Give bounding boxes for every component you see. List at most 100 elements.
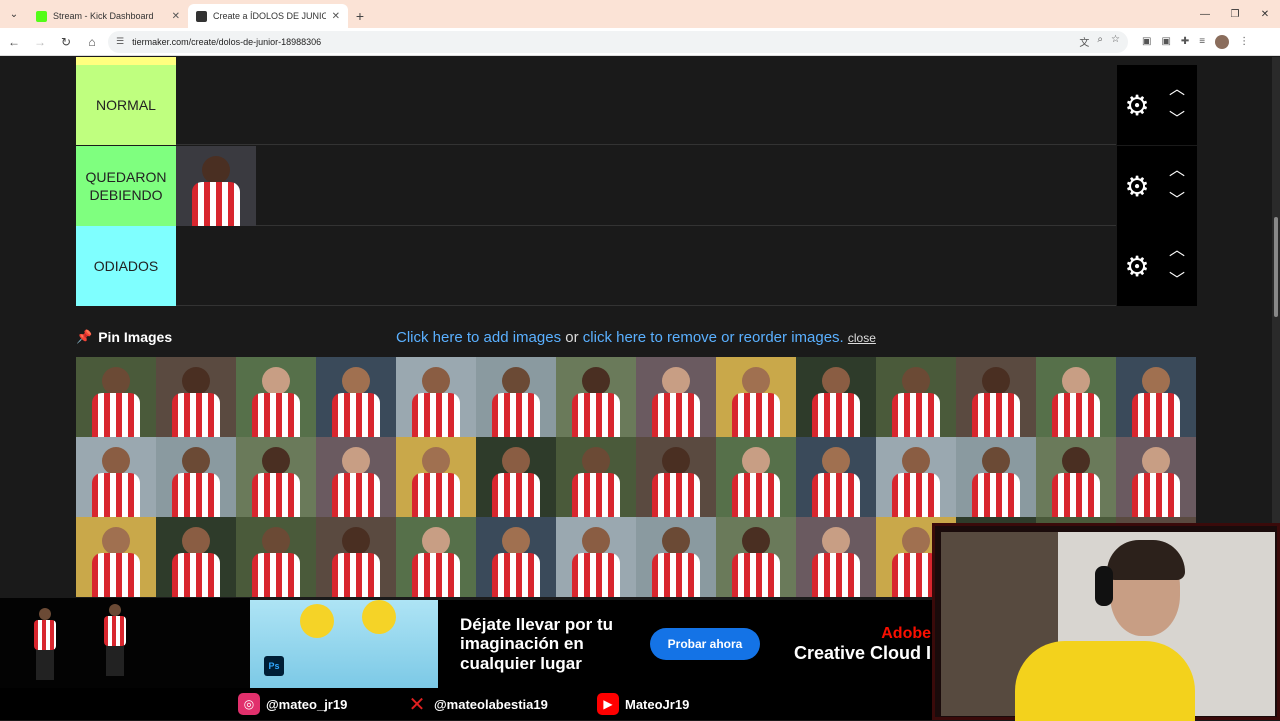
chevron-up-icon[interactable]: ︿ — [1169, 82, 1185, 98]
toolbar-right: ▣ ▣ ✚ ≡ ⋮ — [1142, 34, 1249, 49]
player-image[interactable] — [796, 357, 876, 437]
tier-label[interactable]: QUEDARON DEBIENDO — [76, 146, 176, 226]
player-image[interactable] — [156, 517, 236, 597]
player-image[interactable] — [156, 437, 236, 517]
player-image[interactable] — [636, 517, 716, 597]
player-image[interactable] — [1036, 437, 1116, 517]
player-image[interactable] — [236, 437, 316, 517]
player-image[interactable] — [76, 437, 156, 517]
ad-cta-button[interactable]: Probar ahora — [650, 628, 760, 660]
player-image[interactable] — [876, 437, 956, 517]
translate-icon[interactable]: 文 — [1079, 34, 1089, 49]
x-icon: ✕ — [408, 693, 426, 716]
player-image[interactable] — [716, 437, 796, 517]
player-image[interactable] — [236, 517, 316, 597]
social-instagram: ◎ @mateo_jr19 — [238, 693, 347, 715]
player-image[interactable] — [396, 437, 476, 517]
gear-icon[interactable]: ⚙ — [1117, 146, 1157, 226]
tier-drop-zone[interactable] — [176, 226, 1116, 305]
social-youtube: ▶ MateoJr19 — [597, 693, 689, 715]
player-image[interactable] — [556, 357, 636, 437]
restore-icon[interactable]: ❐ — [1220, 0, 1250, 28]
tier-drop-zone[interactable] — [176, 65, 1116, 144]
player-image[interactable] — [636, 357, 716, 437]
reading-list-icon[interactable]: ≡ — [1199, 36, 1205, 47]
url-text[interactable]: tiermaker.com/create/dolos-de-junior-189… — [132, 37, 1071, 47]
add-images-link[interactable]: Click here to add images — [396, 329, 561, 346]
webcam-overlay — [932, 523, 1280, 721]
tier-controls: ⚙ ︿ ﹀ — [1117, 226, 1197, 306]
player-image[interactable] — [1036, 357, 1116, 437]
tab-search-icon[interactable]: ⌄ — [0, 0, 28, 28]
player-image[interactable] — [476, 517, 556, 597]
tier-drop-zone[interactable] — [176, 146, 1116, 226]
photoshop-icon: Ps — [264, 656, 284, 676]
extension-icon[interactable]: ▣ — [1161, 36, 1170, 47]
player-image[interactable] — [716, 517, 796, 597]
address-bar[interactable]: ☰ tiermaker.com/create/dolos-de-junior-1… — [108, 30, 1128, 53]
home-icon[interactable]: ⌂ — [80, 30, 104, 54]
chevron-up-icon[interactable]: ︿ — [1169, 163, 1185, 179]
scrollbar-thumb[interactable] — [1274, 217, 1278, 317]
player-image[interactable] — [1116, 437, 1196, 517]
remove-reorder-link[interactable]: click here to remove or reorder images. — [583, 329, 844, 346]
ad-image: Ps — [250, 600, 438, 688]
new-tab-button[interactable]: + — [348, 4, 372, 28]
player-image[interactable] — [636, 437, 716, 517]
player-image[interactable] — [236, 357, 316, 437]
player-image[interactable] — [956, 357, 1036, 437]
player-image[interactable] — [396, 517, 476, 597]
tier-label[interactable]: NORMAL — [76, 65, 176, 145]
close-tab-icon[interactable]: ✕ — [172, 11, 180, 22]
player-image[interactable] — [156, 357, 236, 437]
gear-icon[interactable]: ⚙ — [1117, 65, 1157, 145]
player-image[interactable] — [316, 437, 396, 517]
player-image[interactable] — [796, 437, 876, 517]
player-silhouette — [100, 600, 130, 680]
player-image[interactable] — [796, 517, 876, 597]
player-image[interactable] — [76, 517, 156, 597]
pin-images-toggle[interactable]: 📌 Pin Images — [76, 329, 172, 345]
player-image[interactable] — [556, 517, 636, 597]
bookmark-star-icon[interactable]: ☆ — [1111, 34, 1120, 49]
adobe-ad-banner[interactable]: Ps Déjate llevar por tu imaginación en c… — [250, 600, 932, 688]
chevron-down-icon[interactable]: ﹀ — [1169, 112, 1185, 128]
player-image[interactable] — [476, 357, 556, 437]
menu-kebab-icon[interactable]: ⋮ — [1239, 36, 1249, 47]
player-image[interactable] — [316, 517, 396, 597]
close-window-icon[interactable]: ✕ — [1250, 0, 1280, 28]
player-image[interactable] — [716, 357, 796, 437]
back-icon[interactable]: ← — [2, 30, 26, 54]
minimize-icon[interactable]: — — [1190, 0, 1220, 28]
chevron-down-icon[interactable]: ﹀ — [1169, 193, 1185, 209]
player-image[interactable] — [876, 357, 956, 437]
forward-icon[interactable]: → — [28, 30, 52, 54]
player-image[interactable] — [396, 357, 476, 437]
close-tab-icon[interactable]: ✕ — [332, 11, 340, 22]
tab-tiermaker[interactable]: Create a ÍDOLOS DE JUNIOR Tier ✕ — [188, 4, 348, 28]
player-image[interactable] — [176, 146, 256, 226]
player-image[interactable] — [316, 357, 396, 437]
headset-icon — [1095, 566, 1113, 606]
tier-label[interactable]: ODIADOS — [76, 226, 176, 306]
tier-row: QUEDARON DEBIENDO — [76, 146, 1116, 226]
player-image[interactable] — [476, 437, 556, 517]
social-handle: MateoJr19 — [625, 696, 690, 712]
extension-icon[interactable]: ▣ — [1142, 36, 1151, 47]
player-image[interactable] — [76, 357, 156, 437]
gear-icon[interactable]: ⚙ — [1117, 226, 1157, 306]
close-link[interactable]: close — [848, 331, 876, 345]
player-image[interactable] — [956, 437, 1036, 517]
chevron-up-icon[interactable]: ︿ — [1169, 243, 1185, 259]
profile-avatar[interactable] — [1215, 34, 1230, 49]
player-image[interactable] — [1116, 357, 1196, 437]
tab-kick-dashboard[interactable]: Stream - Kick Dashboard ✕ — [28, 4, 188, 28]
zoom-icon[interactable]: ⌕ — [1097, 34, 1103, 49]
kick-favicon-icon — [36, 10, 47, 22]
player-image[interactable] — [556, 437, 636, 517]
or-text: or — [561, 328, 583, 346]
chevron-down-icon[interactable]: ﹀ — [1169, 273, 1185, 289]
extensions-puzzle-icon[interactable]: ✚ — [1181, 36, 1189, 47]
site-info-icon[interactable]: ☰ — [116, 36, 124, 47]
reload-icon[interactable]: ↻ — [54, 30, 78, 54]
